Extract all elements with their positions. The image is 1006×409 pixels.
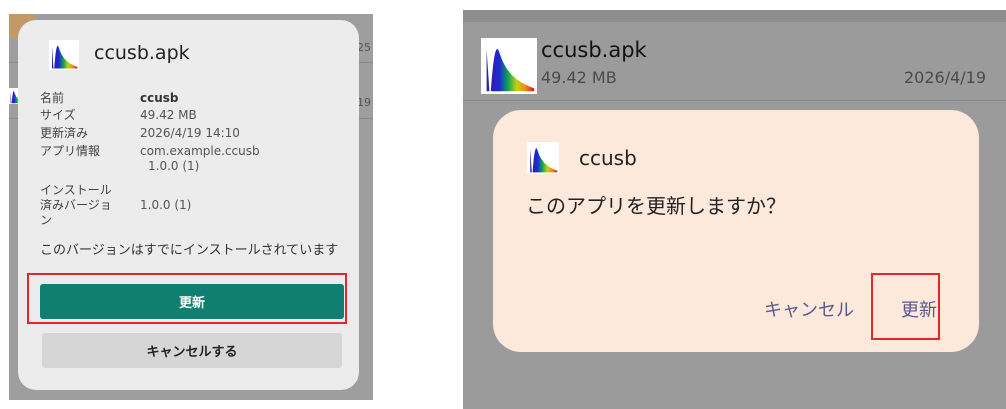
cancel-button[interactable]: キャンセル (764, 296, 854, 322)
row-value-name: ccusb (140, 91, 179, 105)
row-value-size: 49.42 MB (140, 108, 197, 122)
row-value-installed-version: 1.0.0 (1) (140, 198, 192, 212)
already-installed-message: このバージョンはすでにインストールされています (40, 243, 339, 258)
background-file-date: 2026/4/19 (904, 68, 987, 87)
background-date-fragment: 19 (357, 96, 371, 109)
row-label-installed-version-line3: ン (40, 213, 53, 227)
dialog-title: ccusb.apk (94, 42, 190, 64)
row-label-name: 名前 (40, 91, 65, 105)
spectrum-chart-icon (479, 38, 539, 94)
row-label-app-info: アプリ情報 (40, 144, 101, 158)
background-size-fragment: 25 (357, 41, 371, 54)
apk-info-dialog: ccusb.apk 名前 ccusb サイズ 49.42 MB 更新済み 202… (18, 20, 359, 390)
dialog-title: ccusb (579, 146, 637, 170)
row-label-updated: 更新済み (40, 126, 89, 140)
cancel-button[interactable]: キャンセルする (42, 333, 342, 368)
row-value-updated: 2026/4/19 14:10 (140, 126, 240, 140)
spectrum-chart-icon (48, 40, 80, 70)
update-confirm-message: このアプリを更新しますか？ (526, 194, 786, 218)
highlight-box (871, 273, 940, 340)
highlight-box (27, 273, 347, 324)
top-bar (463, 10, 1006, 22)
spectrum-chart-icon (526, 142, 560, 174)
row-label-installed-version-line2: 済みバージョ (40, 198, 112, 212)
right-screenshot: ccusb.apk 49.42 MB 2026/4/19 ccusb このアプリ… (463, 10, 1006, 409)
row-value-app-version: 1.0.0 (1) (148, 159, 200, 173)
background-file-size: 49.42 MB (541, 68, 617, 87)
row-label-size: サイズ (40, 108, 76, 122)
left-screenshot: 25 19 ccusb.apk 名前 ccusb サイズ 49.42 MB 更新… (9, 14, 373, 400)
row-label-installed-version-line1: インストール (40, 183, 112, 197)
background-file-name: ccusb.apk (541, 38, 647, 62)
row-value-package: com.example.ccusb (140, 144, 260, 158)
divider (463, 100, 1006, 101)
